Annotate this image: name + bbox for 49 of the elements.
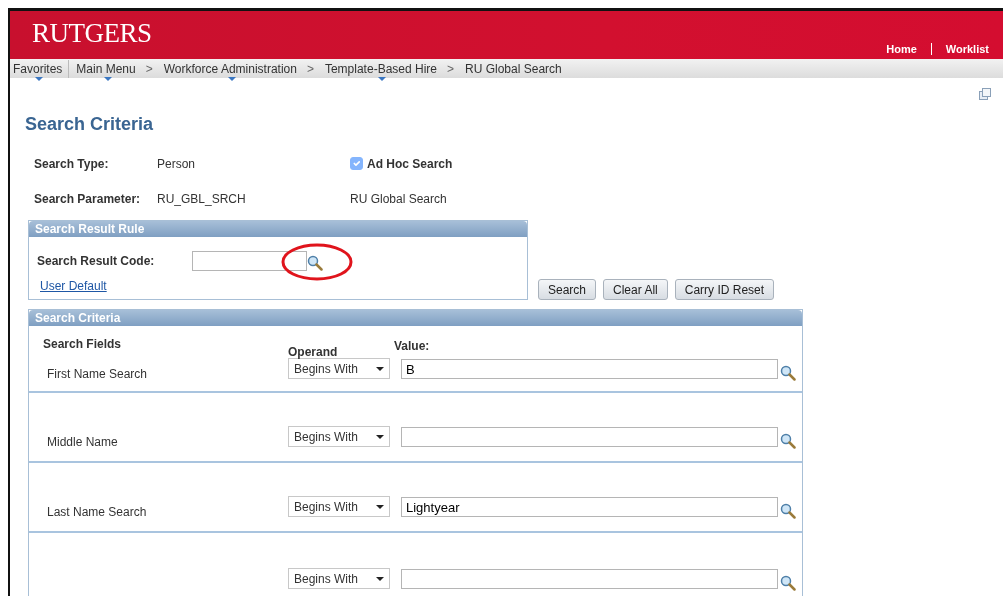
value-field[interactable]: B <box>401 359 778 379</box>
value-field[interactable] <box>401 427 778 447</box>
breadcrumb-separator: > <box>144 60 154 78</box>
breadcrumb-link[interactable]: Workforce Administration <box>160 59 303 78</box>
operand-dropdown[interactable]: Begins With <box>288 568 390 589</box>
breadcrumb-separator: > <box>305 60 315 78</box>
field-label: Last Name Search <box>47 505 147 519</box>
caret-icon <box>376 504 384 509</box>
field-value: Person <box>157 155 197 173</box>
column-heading: Search Fields <box>43 336 122 353</box>
column-heading: Value: <box>394 338 430 355</box>
operand-dropdown[interactable]: Begins With <box>288 496 390 517</box>
operand-dropdown[interactable]: Begins With <box>288 426 390 447</box>
action-button[interactable]: Clear All <box>603 279 668 300</box>
field-label: Search Result Code: <box>37 253 156 270</box>
field-label: Search Parameter: <box>34 190 142 208</box>
field-label: Search Type: <box>34 155 110 173</box>
field-label: First Name Search <box>47 367 148 381</box>
field-value: RU_GBL_SRCH <box>157 190 247 208</box>
search-icon[interactable] <box>780 501 796 517</box>
breadcrumb-link[interactable]: Template-Based Hire <box>321 59 443 78</box>
header-link[interactable]: Worklist <box>931 40 1003 57</box>
field-label: Middle Name <box>47 435 118 449</box>
panel-header: Search Result Rule <box>29 221 527 237</box>
search-icon[interactable] <box>780 431 796 447</box>
caret-icon <box>376 576 384 581</box>
checkbox-label: Ad Hoc Search <box>367 155 453 173</box>
value-field[interactable] <box>401 569 778 589</box>
search-icon[interactable] <box>307 253 323 269</box>
logo: RUTGERS <box>32 20 152 47</box>
breadcrumb-link[interactable]: Main Menu <box>73 59 142 78</box>
action-button[interactable]: Carry ID Reset <box>674 279 775 300</box>
caret-icon <box>376 434 384 439</box>
page-title: Search Criteria <box>25 113 155 136</box>
breadcrumb-link[interactable]: RU Global Search <box>462 59 568 78</box>
value-field[interactable]: Lightyear <box>401 497 778 517</box>
caret-icon <box>376 366 384 371</box>
header-link[interactable]: Home <box>872 40 931 57</box>
panel-header: Search Criteria <box>29 310 802 326</box>
search-icon[interactable] <box>780 363 796 379</box>
operand-dropdown[interactable]: Begins With <box>288 358 390 379</box>
column-heading: Operand <box>288 344 338 361</box>
search-result-code-field[interactable] <box>192 251 307 271</box>
breadcrumb-separator: > <box>446 60 455 78</box>
user-default-link[interactable]: User Default <box>40 277 107 295</box>
search-icon[interactable] <box>780 573 796 589</box>
breadcrumb-link[interactable]: Favorites <box>10 59 70 78</box>
parameter-description: RU Global Search <box>350 190 447 208</box>
action-button[interactable]: Search <box>538 279 597 300</box>
